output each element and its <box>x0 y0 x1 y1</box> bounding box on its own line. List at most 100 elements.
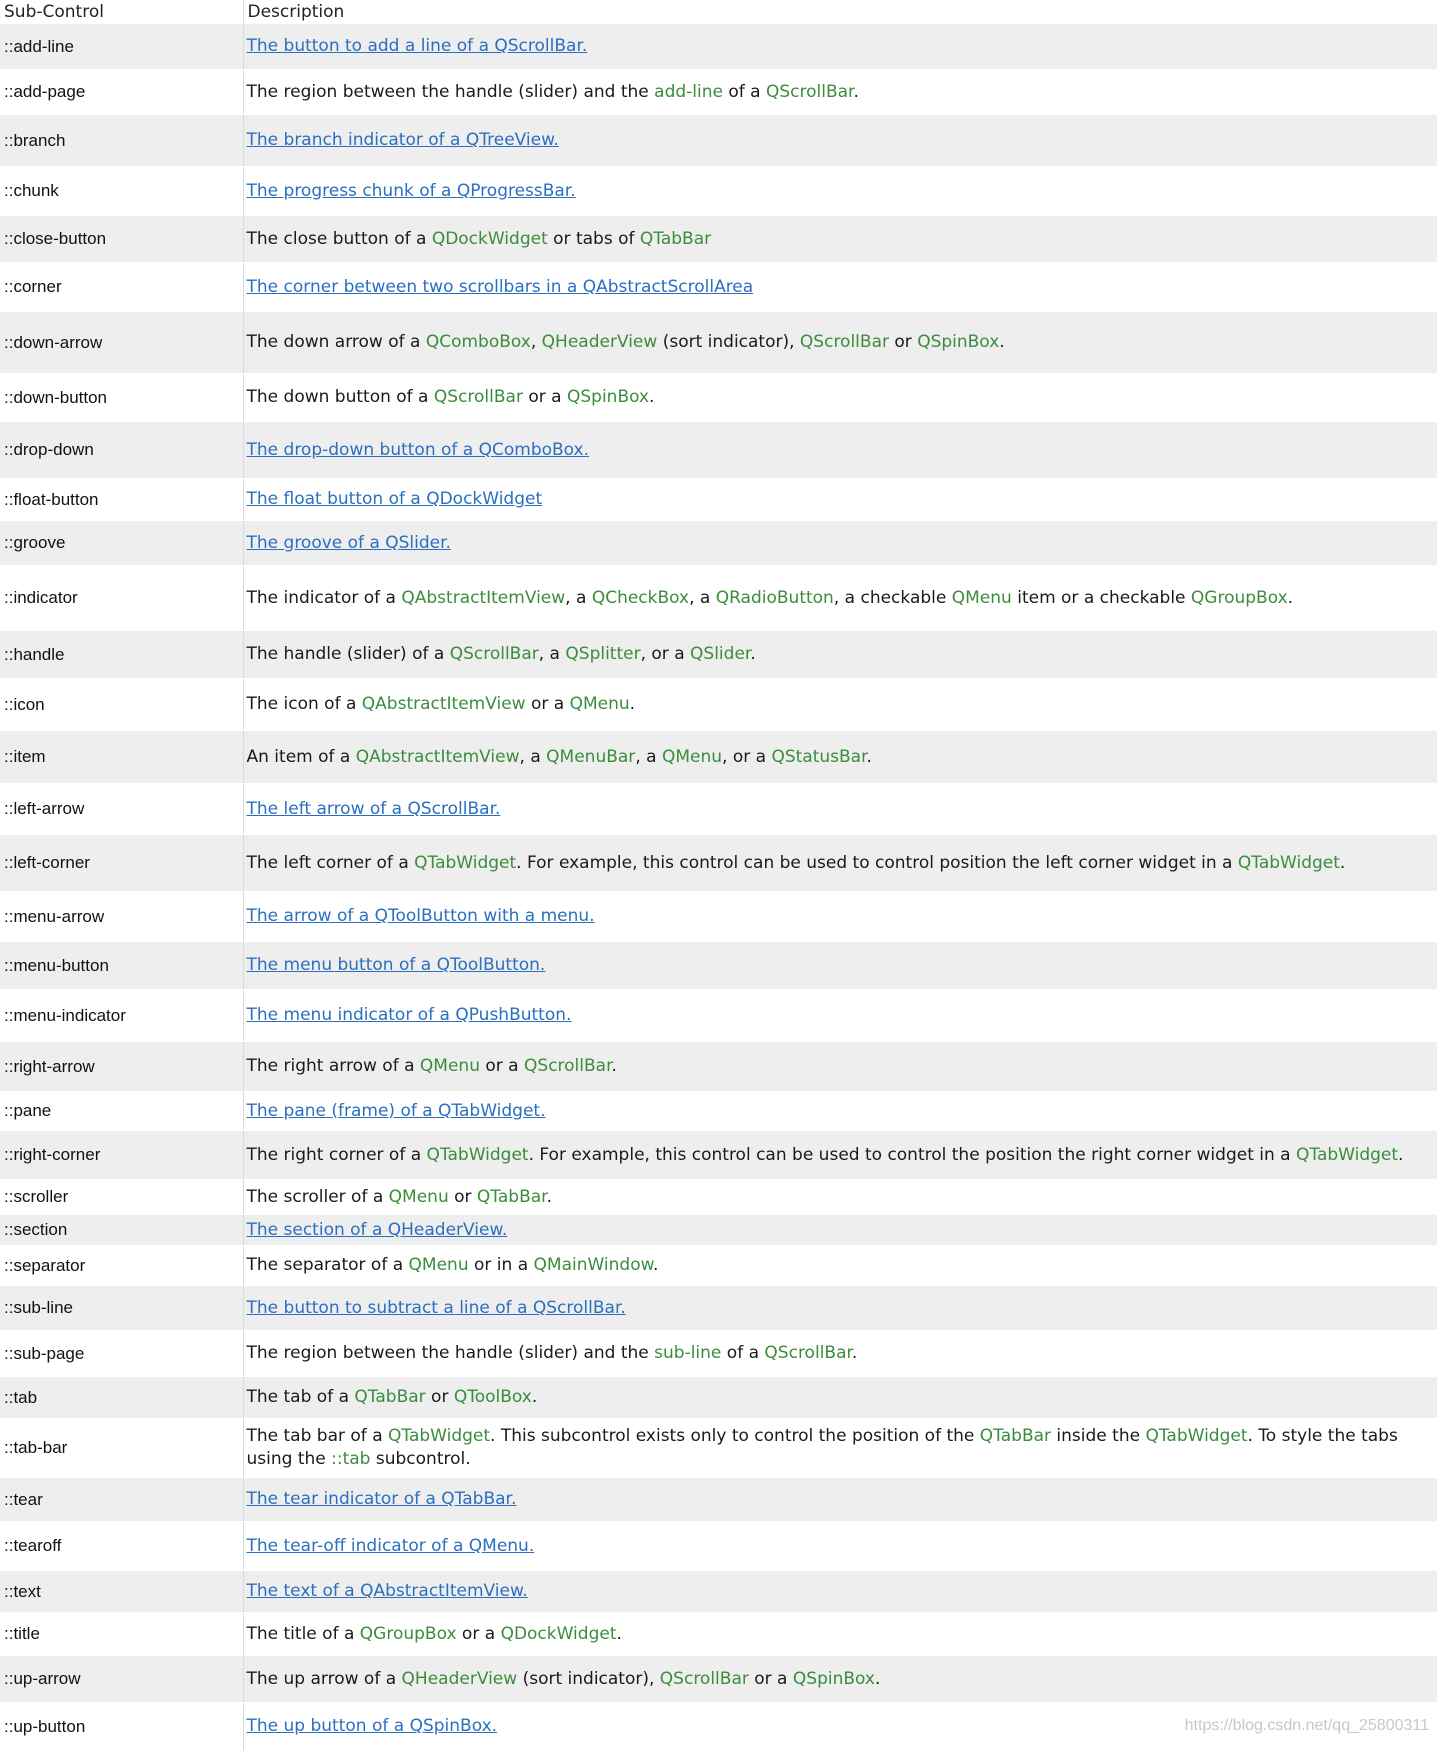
class-reference: QTabWidget <box>426 1144 529 1165</box>
table-row: ::title The title of a QGroupBox or a QDo… <box>0 1612 1437 1656</box>
description-text: . <box>874 1668 881 1689</box>
description-text: . <box>750 644 756 664</box>
table-row: ::float-button The float button of a QDoc… <box>0 478 1437 521</box>
description-text: The tab of a <box>246 1387 355 1407</box>
subcontrol-name: ::sub-line <box>0 1285 243 1331</box>
subcontrol-name: ::menu-indicator <box>0 989 243 1042</box>
subcontrol-description: The title of a QGroupBox or a QDockWidge… <box>242 1612 1437 1656</box>
class-reference: QDockWidget <box>500 1623 617 1644</box>
watermark-text: https://blog.csdn.net/qq_25800311 <box>1184 1717 1429 1734</box>
table-header: Sub-Control Description <box>0 0 1437 24</box>
description-link[interactable]: The section of a QHeaderView. <box>247 1220 508 1240</box>
class-reference: QSpinBox <box>792 1668 875 1689</box>
class-reference: QAbstractItemView <box>361 694 526 714</box>
description-link[interactable]: The progress chunk of a QProgressBar. <box>247 181 576 201</box>
subcontrol-description: The branch indicator of a QTreeView. <box>242 114 1437 167</box>
description-text: . <box>531 1387 538 1407</box>
subcontrol-description: The text of a QAbstractItemView. <box>242 1570 1437 1613</box>
class-reference: QScrollBar <box>659 1668 749 1689</box>
subcontrol-description: The scroller of a QMenu or QTabBar. <box>242 1179 1437 1215</box>
description-text: , a checkable <box>833 587 952 608</box>
class-reference: QTabWidget <box>388 1426 491 1446</box>
subcontrol-name: ::left-corner <box>0 834 243 892</box>
description-text: or a <box>456 1623 501 1644</box>
description-text: (sort indicator), <box>517 1668 660 1689</box>
subcontrol-name: ::corner <box>0 262 243 312</box>
description-link[interactable]: The up button of a QSpinBox. <box>247 1716 498 1736</box>
class-reference: QTabWidget <box>414 852 517 873</box>
description-link[interactable]: The pane (frame) of a QTabWidget. <box>247 1101 546 1121</box>
subcontrol-description: The indicator of a QAbstractItemView , a … <box>242 565 1437 631</box>
description-link[interactable]: The menu button of a QToolButton. <box>247 955 546 975</box>
subcontrol-description: The corner between two scrollbars in a Q… <box>242 262 1437 312</box>
subcontrol-description: The drop-down button of a QComboBox. <box>242 421 1437 479</box>
table-row: ::tab-bar The tab bar of a QTabWidget. Th… <box>0 1418 1437 1478</box>
subcontrol-name: ::text <box>0 1570 243 1613</box>
table-row: ::section The section of a QHeaderView. <box>0 1214 1437 1246</box>
table-row: ::text The text of a QAbstractItemView. <box>0 1570 1437 1613</box>
subcontrol-name: ::down-arrow <box>0 311 243 374</box>
class-reference: QMenu <box>569 694 630 714</box>
subcontrol-description: The tab of a QTabBar or QToolBox. <box>242 1376 1437 1419</box>
table-row: ::groove The groove of a QSlider. <box>0 520 1437 566</box>
description-text: . For example, this control can be used … <box>516 852 1238 873</box>
description-text: The scroller of a <box>246 1186 389 1207</box>
description-link[interactable]: The button to subtract a line of a QScro… <box>247 1298 626 1318</box>
subcontrol-description: The right corner of a QTabWidget. For ex… <box>242 1130 1437 1180</box>
class-reference: QComboBox <box>425 332 531 352</box>
subcontrol-name: ::indicator <box>0 565 243 631</box>
table-row: ::corner The corner between two scrollbar… <box>0 262 1437 312</box>
table-row: ::down-arrow The down arrow of a QComboBo… <box>0 311 1437 374</box>
description-text: The tab bar of a <box>246 1426 389 1446</box>
class-reference: QScrollBar <box>766 81 854 102</box>
class-reference: ::tab <box>331 1449 371 1469</box>
subcontrol-name: ::icon <box>0 678 243 731</box>
description-link[interactable]: The tear indicator of a QTabBar. <box>247 1489 517 1509</box>
class-reference: QTabWidget <box>1296 1144 1399 1165</box>
class-reference: add-line <box>654 81 723 102</box>
table-row: ::chunk The progress chunk of a QProgress… <box>0 166 1437 216</box>
class-reference: QSpinBox <box>917 332 1000 352</box>
description-text: of a <box>721 1343 765 1363</box>
subcontrol-name: ::tearoff <box>0 1521 243 1571</box>
table-body: ::add-line The button to add a line of a … <box>0 23 1437 1751</box>
description-text: (sort indicator), <box>657 332 800 352</box>
description-link[interactable]: The button to add a line of a QScrollBar… <box>247 36 588 56</box>
description-link[interactable]: The left arrow of a QScrollBar. <box>247 799 501 819</box>
subcontrol-name: ::groove <box>0 520 243 566</box>
subcontrol-name: ::right-arrow <box>0 1041 243 1092</box>
description-text: . <box>853 81 859 102</box>
description-text: . <box>1398 1144 1404 1165</box>
description-text: . <box>851 1343 858 1363</box>
description-text: . <box>649 387 655 407</box>
subcontrol-description: The region between the handle (slider) a… <box>242 1330 1437 1377</box>
description-link[interactable]: The float button of a QDockWidget <box>247 489 543 509</box>
description-text: or a <box>748 1668 793 1689</box>
class-reference: QHeaderView <box>401 1668 518 1689</box>
description-text: The icon of a <box>246 694 362 714</box>
description-link[interactable]: The groove of a QSlider. <box>247 533 451 553</box>
subcontrol-description: The left corner of a QTabWidget. For exa… <box>242 834 1437 892</box>
description-link[interactable]: The menu indicator of a QPushButton. <box>247 1005 572 1025</box>
class-reference: QTabWidget <box>1237 852 1340 873</box>
subcontrol-name: ::close-button <box>0 215 243 263</box>
description-link[interactable]: The tear-off indicator of a QMenu. <box>247 1536 535 1556</box>
table-row: ::down-button The down button of a QScrol… <box>0 373 1437 422</box>
subcontrol-name: ::pane <box>0 1091 243 1131</box>
table-row: ::tear The tear indicator of a QTabBar. <box>0 1477 1437 1522</box>
description-text: . <box>1287 587 1294 608</box>
subcontrol-name: ::separator <box>0 1245 243 1286</box>
class-reference: QStatusBar <box>771 746 867 767</box>
description-text: . <box>1339 852 1346 873</box>
description-text: The region between the handle (slider) a… <box>246 81 655 102</box>
description-link[interactable]: The drop-down button of a QComboBox. <box>247 440 590 460</box>
description-link[interactable]: The arrow of a QToolButton with a menu. <box>247 906 595 926</box>
description-link[interactable]: The text of a QAbstractItemView. <box>247 1581 528 1601</box>
description-link[interactable]: The branch indicator of a QTreeView. <box>247 130 559 150</box>
table-row: ::tab The tab of a QTabBar or QToolBox. <box>0 1376 1437 1419</box>
table-row: ::drop-down The drop-down button of a QCo… <box>0 421 1437 479</box>
description-link[interactable]: The corner between two scrollbars in a Q… <box>247 277 754 297</box>
subcontrol-description: The left arrow of a QScrollBar. <box>242 783 1437 835</box>
table-row: ::right-arrow The right arrow of a QMenu … <box>0 1041 1437 1092</box>
description-text: The indicator of a <box>246 587 402 608</box>
